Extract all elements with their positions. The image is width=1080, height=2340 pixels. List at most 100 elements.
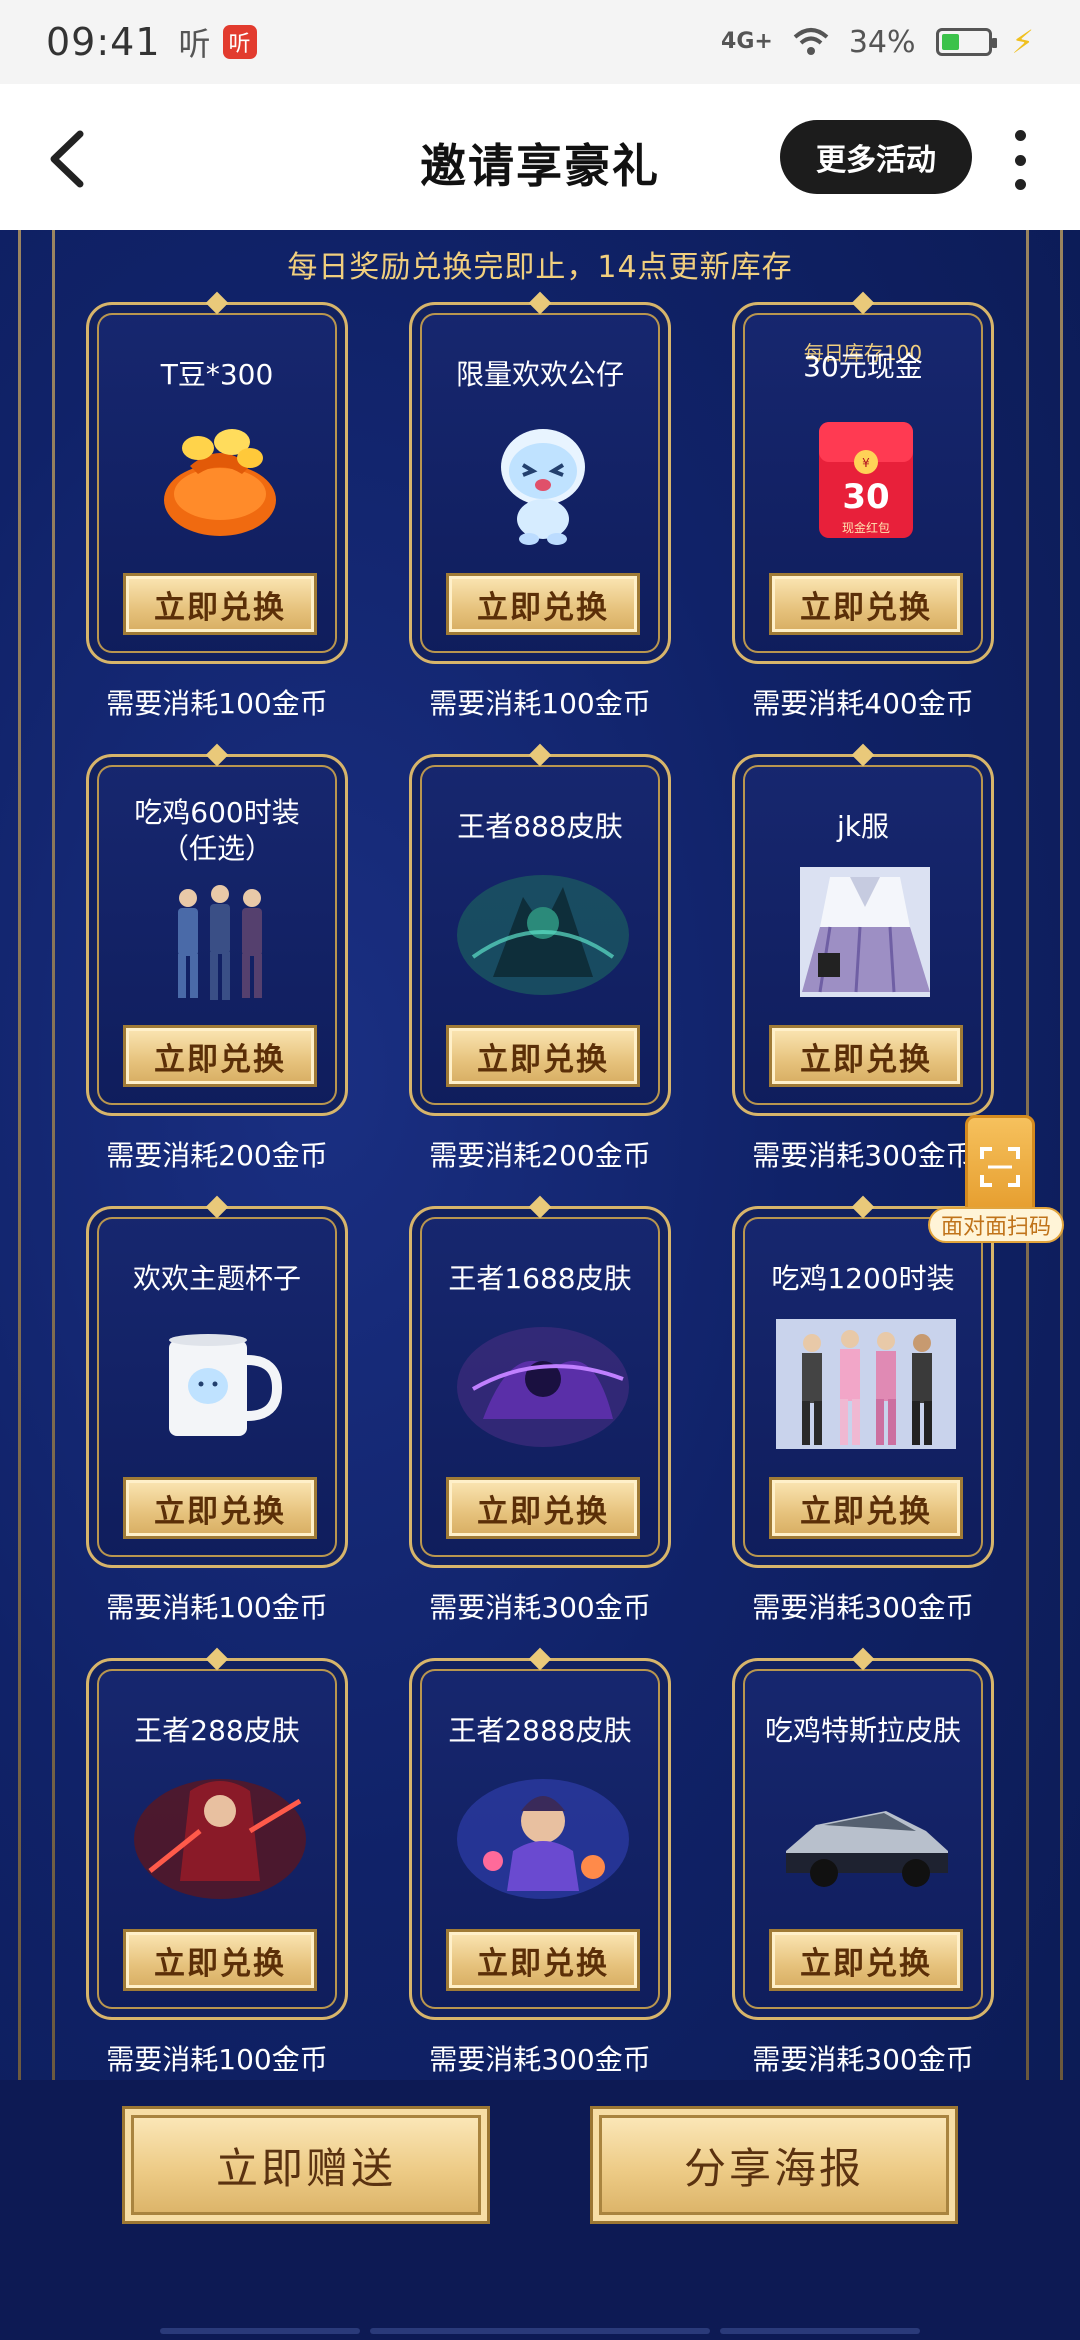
envelope-value: 30 xyxy=(842,477,890,517)
outfit-group-icon xyxy=(771,1319,961,1449)
coin-bag-icon xyxy=(145,415,295,545)
redeem-button[interactable]: 立即兑换 xyxy=(769,1025,963,1087)
reward-cost: 需要消耗300金币 xyxy=(752,1591,974,1624)
more-options-icon[interactable] xyxy=(1005,130,1035,190)
reward-cost: 需要消耗100金币 xyxy=(429,687,651,720)
reward-cost: 需要消耗400金币 xyxy=(752,687,974,720)
reward-item: 吃鸡600时装 （任选） 立即兑换 需要消耗200金币 xyxy=(86,743,348,1206)
redeem-button[interactable]: 立即兑换 xyxy=(446,1025,640,1087)
game-skin-icon xyxy=(125,1771,315,1901)
reward-item: 限量欢欢公仔 立即兑换 需要消耗100金币 xyxy=(409,291,671,754)
reward-title: 王者2888皮肤 xyxy=(448,1714,632,1747)
redeem-button[interactable]: 立即兑换 xyxy=(769,573,963,635)
nav-bar: 邀请享豪礼 更多活动 xyxy=(0,84,1080,230)
redeem-button[interactable]: 立即兑换 xyxy=(123,1025,317,1087)
reward-card: 吃鸡特斯拉皮肤 立即兑换 xyxy=(732,1647,994,2020)
envelope-caption: 现金红包 xyxy=(841,521,890,535)
card-ornament xyxy=(528,291,552,315)
reward-card: jk服 立即兑换 xyxy=(732,743,994,1116)
redeem-button[interactable]: 立即兑换 xyxy=(446,1477,640,1539)
reward-title: 吃鸡特斯拉皮肤 xyxy=(764,1714,961,1747)
mascot-doll-icon xyxy=(468,415,618,545)
svg-text:¥: ¥ xyxy=(862,456,870,470)
reward-item: 吃鸡特斯拉皮肤 立即兑换 需要消耗300金币 xyxy=(732,1647,994,2110)
reward-item: 王者288皮肤 立即兑换 需要消耗100金币 xyxy=(86,1647,348,2110)
more-activities-button[interactable]: 更多活动 xyxy=(780,120,972,194)
wifi-icon xyxy=(793,28,829,55)
redeem-button[interactable]: 立即兑换 xyxy=(769,1929,963,1991)
card-ornament xyxy=(851,291,875,315)
status-time: 09:41 xyxy=(46,20,161,64)
reward-title: 王者888皮肤 xyxy=(457,810,623,843)
reward-card: 王者2888皮肤 立即兑换 xyxy=(409,1647,671,2020)
reward-item: 吃鸡1200时装 立即兑换 需要消耗300金币 xyxy=(732,1195,994,1658)
frame-border-left-inner xyxy=(52,230,55,2080)
reward-card: T豆*300 立即兑换 xyxy=(86,291,348,664)
reward-title: 欢欢主题杯子 xyxy=(132,1262,301,1295)
battery-percent: 34% xyxy=(848,24,916,60)
scan-icon xyxy=(965,1115,1035,1219)
back-arrow-icon[interactable] xyxy=(40,124,100,194)
redeem-button[interactable]: 立即兑换 xyxy=(123,1929,317,1991)
reward-title: 吃鸡600时装 （任选） xyxy=(134,796,300,865)
reward-title: jk服 xyxy=(837,810,889,843)
redeem-button[interactable]: 立即兑换 xyxy=(123,573,317,635)
face-to-face-scan-button[interactable]: 面对面扫码 xyxy=(928,1115,1064,1243)
restock-notice: 每日奖励兑换完即止，14点更新库存 xyxy=(287,250,793,285)
redeem-button[interactable]: 立即兑换 xyxy=(446,573,640,635)
reward-item: 每日库存100 30元现金 ¥ 30 现金红包 立即兑换 需要消耗400金币 xyxy=(732,291,994,754)
reward-card: 王者1688皮肤 立即兑换 xyxy=(409,1195,671,1568)
outfit-trio-icon xyxy=(145,879,295,1009)
ting-app-icon: 听 xyxy=(222,25,257,59)
reward-cost: 需要消耗200金币 xyxy=(106,1139,328,1172)
reward-cost: 需要消耗100金币 xyxy=(106,2043,328,2076)
reward-title: 限量欢欢公仔 xyxy=(455,358,624,391)
reward-item: 王者1688皮肤 立即兑换 需要消耗300金币 xyxy=(409,1195,671,1658)
reward-title: 王者288皮肤 xyxy=(134,1714,300,1747)
network-type-label: 4G+ xyxy=(721,29,773,54)
reward-card: 限量欢欢公仔 立即兑换 xyxy=(409,291,671,664)
reward-card: 王者288皮肤 立即兑换 xyxy=(86,1647,348,2020)
reward-cost: 需要消耗300金币 xyxy=(429,1591,651,1624)
reward-item: T豆*300 立即兑换 需要消耗100金币 xyxy=(86,291,348,754)
scan-label: 面对面扫码 xyxy=(928,1207,1064,1243)
rewards-panel: 每日奖励兑换完即止，14点更新库存 T豆*300 立即兑换 需要消耗100金币 … xyxy=(0,230,1080,2340)
charging-icon: ⚡ xyxy=(1011,23,1034,61)
mug-icon xyxy=(145,1319,295,1449)
redeem-button[interactable]: 立即兑换 xyxy=(446,1929,640,1991)
bottom-action-bar: 立即赠送 分享海报 xyxy=(0,2080,1080,2340)
reward-card: 吃鸡600时装 （任选） 立即兑换 xyxy=(86,743,348,1116)
reward-cost: 需要消耗300金币 xyxy=(429,2043,651,2076)
reward-item: 王者2888皮肤 立即兑换 需要消耗300金币 xyxy=(409,1647,671,2110)
redeem-button[interactable]: 立即兑换 xyxy=(123,1477,317,1539)
rewards-grid: T豆*300 立即兑换 需要消耗100金币 限量欢欢公仔 立即兑换 需要消耗10… xyxy=(86,291,994,2110)
reward-title: 吃鸡1200时装 xyxy=(771,1262,955,1295)
reward-cost: 需要消耗200金币 xyxy=(429,1139,651,1172)
home-indicator xyxy=(160,2328,360,2334)
game-skin-icon xyxy=(448,1319,638,1449)
reward-card: 王者888皮肤 立即兑换 xyxy=(409,743,671,1116)
red-envelope-icon: ¥ 30 现金红包 xyxy=(791,415,941,545)
reward-item: 欢欢主题杯子 立即兑换 需要消耗100金币 xyxy=(86,1195,348,1658)
reward-title: 30元现金 xyxy=(803,350,923,383)
reward-cost: 需要消耗100金币 xyxy=(106,1591,328,1624)
reward-cost: 需要消耗100金币 xyxy=(106,687,328,720)
jk-uniform-icon xyxy=(775,867,955,997)
reward-card: 每日库存100 30元现金 ¥ 30 现金红包 立即兑换 xyxy=(732,291,994,664)
game-skin-icon xyxy=(448,867,638,997)
car-icon xyxy=(771,1771,961,1901)
reward-title: T豆*300 xyxy=(160,358,274,391)
reward-card: 吃鸡1200时装 立即兑换 xyxy=(732,1195,994,1568)
status-bar: 09:41 听 听 4G+ 34% ⚡ xyxy=(0,0,1080,84)
share-poster-button[interactable]: 分享海报 xyxy=(590,2106,958,2224)
reward-item: 王者888皮肤 立即兑换 需要消耗200金币 xyxy=(409,743,671,1206)
reward-cost: 需要消耗300金币 xyxy=(752,2043,974,2076)
battery-icon xyxy=(935,28,997,56)
game-skin-icon xyxy=(448,1771,638,1901)
gift-now-button[interactable]: 立即赠送 xyxy=(122,2106,490,2224)
card-ornament xyxy=(205,291,229,315)
home-indicator xyxy=(720,2328,920,2334)
redeem-button[interactable]: 立即兑换 xyxy=(769,1477,963,1539)
frame-border-left xyxy=(18,230,21,2080)
ting-label: 听 xyxy=(178,25,211,63)
